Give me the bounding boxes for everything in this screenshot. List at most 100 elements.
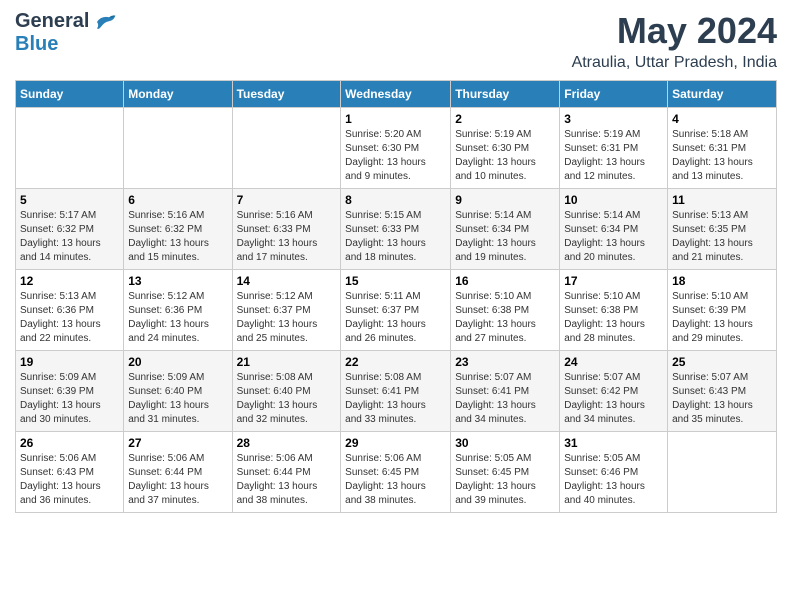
calendar-cell: 15 Sunrise: 5:11 AM Sunset: 6:37 PM Dayli… bbox=[341, 270, 451, 351]
day-number: 12 bbox=[20, 274, 119, 288]
col-sunday: Sunday bbox=[16, 81, 124, 108]
day-number: 10 bbox=[564, 193, 663, 207]
calendar-cell: 9 Sunrise: 5:14 AM Sunset: 6:34 PM Daylig… bbox=[451, 189, 560, 270]
calendar-cell: 8 Sunrise: 5:15 AM Sunset: 6:33 PM Daylig… bbox=[341, 189, 451, 270]
day-number: 9 bbox=[455, 193, 555, 207]
day-number: 8 bbox=[345, 193, 446, 207]
logo: General Blue bbox=[15, 10, 117, 56]
day-info: Sunrise: 5:08 AM Sunset: 6:40 PM Dayligh… bbox=[237, 371, 337, 427]
day-number: 7 bbox=[237, 193, 337, 207]
day-info: Sunrise: 5:05 AM Sunset: 6:46 PM Dayligh… bbox=[564, 452, 663, 508]
calendar-cell: 7 Sunrise: 5:16 AM Sunset: 6:33 PM Daylig… bbox=[232, 189, 341, 270]
day-info: Sunrise: 5:07 AM Sunset: 6:43 PM Dayligh… bbox=[672, 371, 772, 427]
page: General Blue May 2024 Atraulia, Uttar Pr… bbox=[0, 0, 792, 528]
day-number: 19 bbox=[20, 355, 119, 369]
day-info: Sunrise: 5:16 AM Sunset: 6:32 PM Dayligh… bbox=[128, 209, 227, 265]
calendar-cell: 5 Sunrise: 5:17 AM Sunset: 6:32 PM Daylig… bbox=[16, 189, 124, 270]
calendar-header: Sunday Monday Tuesday Wednesday Thursday… bbox=[16, 81, 777, 108]
calendar-week-4: 19 Sunrise: 5:09 AM Sunset: 6:39 PM Dayli… bbox=[16, 351, 777, 432]
day-info: Sunrise: 5:18 AM Sunset: 6:31 PM Dayligh… bbox=[672, 128, 772, 184]
logo-blue: Blue bbox=[15, 33, 58, 55]
day-number: 27 bbox=[128, 436, 227, 450]
calendar-cell: 10 Sunrise: 5:14 AM Sunset: 6:34 PM Dayli… bbox=[560, 189, 668, 270]
day-number: 26 bbox=[20, 436, 119, 450]
col-tuesday: Tuesday bbox=[232, 81, 341, 108]
calendar-cell: 21Sunrise: 5:08 AM Sunset: 6:40 PM Dayli… bbox=[232, 351, 341, 432]
calendar-cell: 29 Sunrise: 5:06 AM Sunset: 6:45 PM Dayli… bbox=[341, 432, 451, 513]
day-number: 15 bbox=[345, 274, 446, 288]
calendar-cell: 1 Sunrise: 5:20 AM Sunset: 6:30 PM Daylig… bbox=[341, 108, 451, 189]
day-number: 18 bbox=[672, 274, 772, 288]
calendar-cell: 31Sunrise: 5:05 AM Sunset: 6:46 PM Dayli… bbox=[560, 432, 668, 513]
day-info: Sunrise: 5:10 AM Sunset: 6:39 PM Dayligh… bbox=[672, 290, 772, 346]
calendar-cell: 12Sunrise: 5:13 AM Sunset: 6:36 PM Dayli… bbox=[16, 270, 124, 351]
day-number: 3 bbox=[564, 112, 663, 126]
day-info: Sunrise: 5:14 AM Sunset: 6:34 PM Dayligh… bbox=[564, 209, 663, 265]
calendar-cell: 28 Sunrise: 5:06 AM Sunset: 6:44 PM Dayli… bbox=[232, 432, 341, 513]
col-thursday: Thursday bbox=[451, 81, 560, 108]
day-number: 22 bbox=[345, 355, 446, 369]
day-info: Sunrise: 5:06 AM Sunset: 6:43 PM Dayligh… bbox=[20, 452, 119, 508]
day-number: 25 bbox=[672, 355, 772, 369]
calendar-week-2: 5 Sunrise: 5:17 AM Sunset: 6:32 PM Daylig… bbox=[16, 189, 777, 270]
day-info: Sunrise: 5:11 AM Sunset: 6:37 PM Dayligh… bbox=[345, 290, 446, 346]
calendar-cell: 26 Sunrise: 5:06 AM Sunset: 6:43 PM Dayli… bbox=[16, 432, 124, 513]
day-info: Sunrise: 5:12 AM Sunset: 6:37 PM Dayligh… bbox=[237, 290, 337, 346]
calendar-cell: 18 Sunrise: 5:10 AM Sunset: 6:39 PM Dayli… bbox=[668, 270, 777, 351]
day-info: Sunrise: 5:07 AM Sunset: 6:41 PM Dayligh… bbox=[455, 371, 555, 427]
day-info: Sunrise: 5:19 AM Sunset: 6:30 PM Dayligh… bbox=[455, 128, 555, 184]
day-info: Sunrise: 5:12 AM Sunset: 6:36 PM Dayligh… bbox=[128, 290, 227, 346]
calendar-cell: 3Sunrise: 5:19 AM Sunset: 6:31 PM Daylig… bbox=[560, 108, 668, 189]
calendar-table: Sunday Monday Tuesday Wednesday Thursday… bbox=[15, 80, 777, 513]
day-info: Sunrise: 5:20 AM Sunset: 6:30 PM Dayligh… bbox=[345, 128, 446, 184]
day-number: 6 bbox=[128, 193, 227, 207]
calendar-cell: 25 Sunrise: 5:07 AM Sunset: 6:43 PM Dayli… bbox=[668, 351, 777, 432]
day-number: 1 bbox=[345, 112, 446, 126]
col-monday: Monday bbox=[124, 81, 232, 108]
day-number: 17 bbox=[564, 274, 663, 288]
location-subtitle: Atraulia, Uttar Pradesh, India bbox=[572, 54, 777, 72]
day-number: 29 bbox=[345, 436, 446, 450]
day-info: Sunrise: 5:05 AM Sunset: 6:45 PM Dayligh… bbox=[455, 452, 555, 508]
calendar-cell: 16 Sunrise: 5:10 AM Sunset: 6:38 PM Dayli… bbox=[451, 270, 560, 351]
title-section: May 2024 Atraulia, Uttar Pradesh, India bbox=[572, 10, 777, 72]
calendar-cell: 27 Sunrise: 5:06 AM Sunset: 6:44 PM Dayli… bbox=[124, 432, 232, 513]
day-number: 16 bbox=[455, 274, 555, 288]
col-wednesday: Wednesday bbox=[341, 81, 451, 108]
calendar-week-1: 1 Sunrise: 5:20 AM Sunset: 6:30 PM Daylig… bbox=[16, 108, 777, 189]
day-info: Sunrise: 5:13 AM Sunset: 6:35 PM Dayligh… bbox=[672, 209, 772, 265]
logo-general: General bbox=[15, 10, 89, 33]
day-number: 14 bbox=[237, 274, 337, 288]
calendar-cell bbox=[124, 108, 232, 189]
day-info: Sunrise: 5:06 AM Sunset: 6:44 PM Dayligh… bbox=[128, 452, 227, 508]
day-info: Sunrise: 5:10 AM Sunset: 6:38 PM Dayligh… bbox=[455, 290, 555, 346]
day-info: Sunrise: 5:14 AM Sunset: 6:34 PM Dayligh… bbox=[455, 209, 555, 265]
day-info: Sunrise: 5:09 AM Sunset: 6:40 PM Dayligh… bbox=[128, 371, 227, 427]
day-info: Sunrise: 5:06 AM Sunset: 6:44 PM Dayligh… bbox=[237, 452, 337, 508]
header-row: Sunday Monday Tuesday Wednesday Thursday… bbox=[16, 81, 777, 108]
day-number: 2 bbox=[455, 112, 555, 126]
calendar-cell: 22Sunrise: 5:08 AM Sunset: 6:41 PM Dayli… bbox=[341, 351, 451, 432]
day-info: Sunrise: 5:10 AM Sunset: 6:38 PM Dayligh… bbox=[564, 290, 663, 346]
calendar-cell: 4 Sunrise: 5:18 AM Sunset: 6:31 PM Daylig… bbox=[668, 108, 777, 189]
day-info: Sunrise: 5:15 AM Sunset: 6:33 PM Dayligh… bbox=[345, 209, 446, 265]
day-info: Sunrise: 5:06 AM Sunset: 6:45 PM Dayligh… bbox=[345, 452, 446, 508]
calendar-cell: 30Sunrise: 5:05 AM Sunset: 6:45 PM Dayli… bbox=[451, 432, 560, 513]
logo-bird-icon bbox=[93, 12, 117, 32]
day-number: 20 bbox=[128, 355, 227, 369]
calendar-week-3: 12Sunrise: 5:13 AM Sunset: 6:36 PM Dayli… bbox=[16, 270, 777, 351]
day-number: 4 bbox=[672, 112, 772, 126]
header: General Blue May 2024 Atraulia, Uttar Pr… bbox=[15, 10, 777, 72]
day-info: Sunrise: 5:07 AM Sunset: 6:42 PM Dayligh… bbox=[564, 371, 663, 427]
calendar-cell: 2 Sunrise: 5:19 AM Sunset: 6:30 PM Daylig… bbox=[451, 108, 560, 189]
day-info: Sunrise: 5:16 AM Sunset: 6:33 PM Dayligh… bbox=[237, 209, 337, 265]
day-number: 13 bbox=[128, 274, 227, 288]
day-number: 24 bbox=[564, 355, 663, 369]
calendar-cell: 20 Sunrise: 5:09 AM Sunset: 6:40 PM Dayli… bbox=[124, 351, 232, 432]
day-info: Sunrise: 5:09 AM Sunset: 6:39 PM Dayligh… bbox=[20, 371, 119, 427]
day-info: Sunrise: 5:17 AM Sunset: 6:32 PM Dayligh… bbox=[20, 209, 119, 265]
calendar-cell bbox=[668, 432, 777, 513]
day-number: 28 bbox=[237, 436, 337, 450]
day-number: 5 bbox=[20, 193, 119, 207]
month-title: May 2024 bbox=[572, 10, 777, 52]
